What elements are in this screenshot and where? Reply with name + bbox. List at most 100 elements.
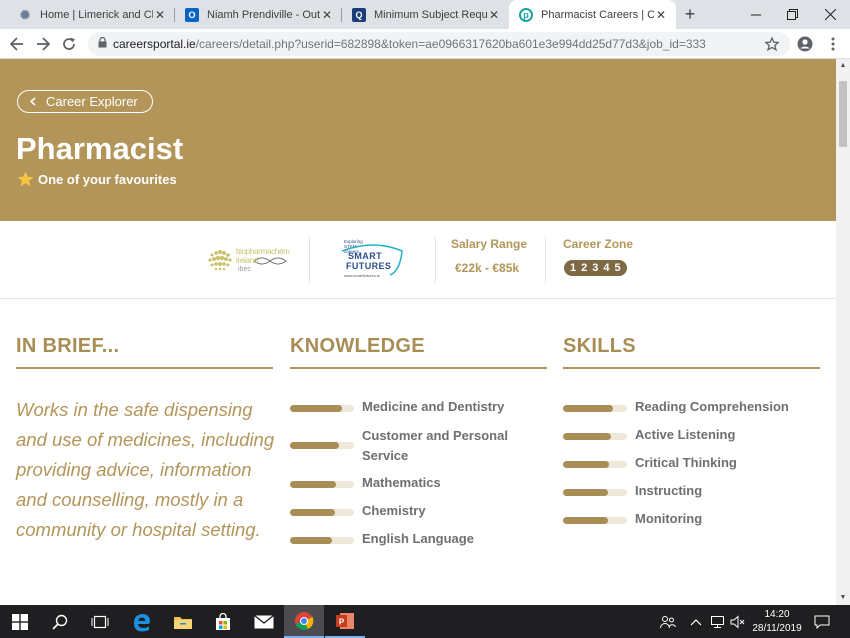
minimize-icon <box>751 14 761 15</box>
clock-date: 28/11/2019 <box>752 623 802 634</box>
tab-outlook[interactable]: O Niamh Prendiville - Outlook ✕ <box>175 0 342 29</box>
page-scrollbar[interactable]: ▲ ▼ <box>836 59 850 605</box>
restore-button[interactable] <box>772 0 812 29</box>
reload-icon <box>63 37 75 50</box>
windows-start-button[interactable] <box>0 605 40 638</box>
skill-label: Instructing <box>635 483 703 498</box>
windows-logo-icon <box>12 613 28 630</box>
action-center-button[interactable] <box>814 605 830 638</box>
career-zone-label: Career Zone <box>563 237 634 251</box>
qualifax-favicon-icon: Q <box>352 7 366 22</box>
career-zone-3[interactable]: 3 <box>592 262 598 274</box>
bookmark-star-button[interactable] <box>759 31 785 57</box>
new-tab-button[interactable]: + <box>676 0 704 29</box>
browser-tab-strip: ✺ Home | Limerick and Clare ✕ O Niamh Pr… <box>0 0 850 29</box>
url-path: /careers/detail.php?userid=682898&token=… <box>195 37 706 51</box>
browser-toolbar: careersportal.ie/careers/detail.php?user… <box>0 29 850 59</box>
skill-level-bar <box>563 433 627 440</box>
clock-time: 14:20 <box>764 609 790 620</box>
restore-icon <box>786 9 798 20</box>
ibec-text: ibec <box>238 266 251 273</box>
window-close-button[interactable] <box>810 0 850 29</box>
knowledge-level-bar <box>290 537 354 544</box>
skill-level-bar <box>563 405 627 412</box>
tab-title: Pharmacist Careers | Careers <box>541 8 654 21</box>
volume-button[interactable] <box>730 605 746 638</box>
close-icon[interactable]: ✕ <box>320 8 334 22</box>
taskbar-edge-button[interactable] <box>122 605 162 638</box>
arrow-left-icon <box>10 36 23 51</box>
smart-futures-title-1: SMART <box>348 251 382 261</box>
salary-range-label: Salary Range <box>451 237 528 251</box>
people-button[interactable] <box>660 605 676 638</box>
knowledge-item: Medicine and Dentistry <box>290 399 504 417</box>
career-zone-4[interactable]: 4 <box>603 262 609 274</box>
career-explorer-button[interactable]: Career Explorer <box>17 90 153 113</box>
close-icon[interactable]: ✕ <box>654 8 668 22</box>
career-header: Career Explorer Pharmacist One of your f… <box>0 59 836 221</box>
task-view-icon <box>91 615 109 628</box>
address-bar[interactable]: careersportal.ie/careers/detail.php?user… <box>88 32 790 56</box>
smart-futures-url: www.smartfutures.ie <box>344 273 381 278</box>
taskbar-store-button[interactable] <box>203 605 243 638</box>
knowledge-level-bar <box>290 481 354 488</box>
skill-level-bar <box>563 489 627 496</box>
taskbar-search-button[interactable] <box>40 605 80 638</box>
knowledge-item: Customer and Personal Service <box>290 428 522 466</box>
tab-limerick-clare[interactable]: ✺ Home | Limerick and Clare ✕ <box>8 0 175 29</box>
close-icon[interactable]: ✕ <box>153 8 167 22</box>
taskbar-mail-button[interactable] <box>244 605 284 638</box>
smart-futures-title-2: FUTURES <box>346 261 392 271</box>
knowledge-level-bar <box>290 509 354 516</box>
career-zone-1[interactable]: 1 <box>570 262 576 274</box>
smart-futures-logo[interactable]: Exploring STEM careers SMART FUTURES www… <box>340 239 406 279</box>
forward-button[interactable] <box>30 31 56 57</box>
chevron-left-icon <box>29 94 36 109</box>
search-icon <box>52 614 68 630</box>
volume-muted-icon <box>730 614 745 629</box>
store-bag-icon <box>216 612 230 630</box>
powerpoint-icon: P <box>336 612 354 629</box>
knowledge-item: Chemistry <box>290 503 426 521</box>
taskbar-chrome-button[interactable] <box>284 605 324 638</box>
knowledge-label: Customer and Personal Service <box>362 428 508 463</box>
system-clock[interactable]: 14:20 28/11/2019 <box>748 608 806 636</box>
favourite-indicator[interactable]: One of your favourites <box>17 171 177 187</box>
tab-subject-requirements[interactable]: Q Minimum Subject Requirements ✕ <box>342 0 509 29</box>
show-hidden-icons-button[interactable] <box>690 605 702 638</box>
close-icon[interactable]: ✕ <box>487 8 501 22</box>
outlook-favicon-icon: O <box>185 7 199 22</box>
page-title: Pharmacist <box>16 131 184 166</box>
scroll-down-arrow-icon[interactable]: ▼ <box>836 591 850 605</box>
scroll-up-arrow-icon[interactable]: ▲ <box>836 59 850 73</box>
browser-menu-button[interactable] <box>820 31 846 57</box>
careersportal-favicon-icon: p <box>519 7 533 22</box>
task-view-button[interactable] <box>80 605 120 638</box>
skill-level-bar <box>563 517 627 524</box>
close-icon <box>824 9 836 20</box>
knowledge-label: Medicine and Dentistry <box>362 399 505 414</box>
network-icon <box>711 615 724 628</box>
mail-envelope-icon <box>254 614 274 628</box>
tab-pharmacist-careers[interactable]: p Pharmacist Careers | Careers ✕ <box>509 0 676 29</box>
scrollbar-thumb[interactable] <box>839 81 847 147</box>
skills-heading: SKILLS <box>563 335 636 357</box>
profile-button[interactable] <box>792 31 818 57</box>
page-content: Career Explorer Pharmacist One of your f… <box>0 59 836 605</box>
network-button[interactable] <box>710 605 726 638</box>
tab-title: Niamh Prendiville - Outlook <box>207 8 320 21</box>
knowledge-level-bar <box>290 442 354 449</box>
minimize-button[interactable] <box>736 0 776 29</box>
biopharmachem-ireland-logo[interactable]: biopharmachem ireland ibec <box>206 243 290 275</box>
chrome-browser-icon <box>295 611 314 630</box>
career-explorer-label: Career Explorer <box>46 94 138 109</box>
career-zone-5[interactable]: 5 <box>615 262 621 274</box>
reload-button[interactable] <box>56 31 82 57</box>
taskbar-powerpoint-button[interactable]: P <box>325 605 365 638</box>
gear-favicon-icon: ✺ <box>19 7 31 22</box>
back-button[interactable] <box>4 31 30 57</box>
taskbar-file-explorer-button[interactable] <box>163 605 203 638</box>
career-zone-2[interactable]: 2 <box>581 262 587 274</box>
chevron-up-icon <box>690 618 702 625</box>
skill-item: Active Listening <box>563 427 735 445</box>
